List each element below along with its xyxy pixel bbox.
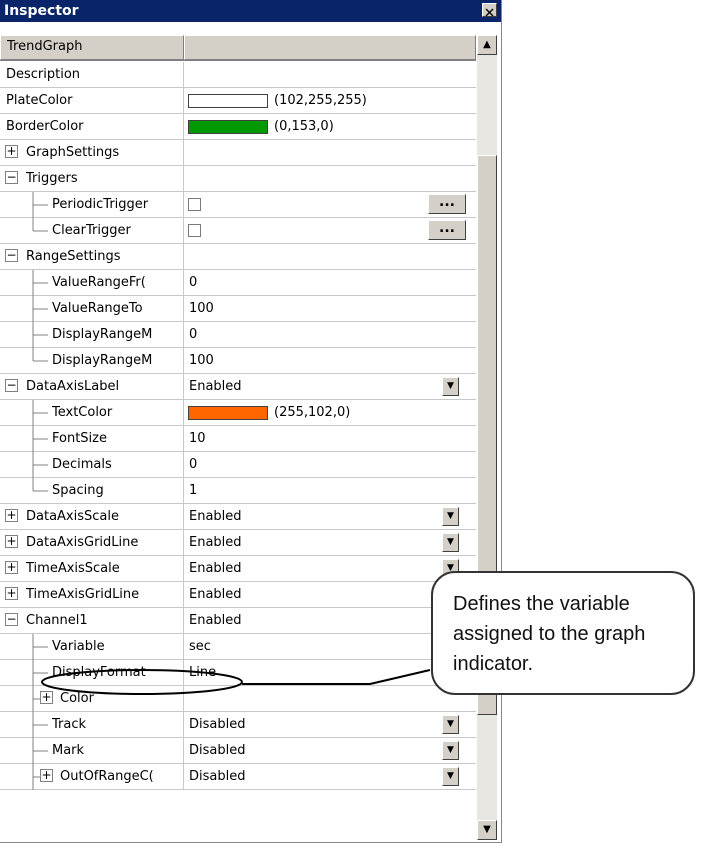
annotation-overlay (41, 669, 431, 695)
variable-highlight-ellipse (41, 669, 243, 695)
callout-text: Defines the variable assigned to the gra… (453, 593, 646, 675)
callout-box: Defines the variable assigned to the gra… (431, 571, 695, 695)
callout-pointer (369, 669, 431, 685)
